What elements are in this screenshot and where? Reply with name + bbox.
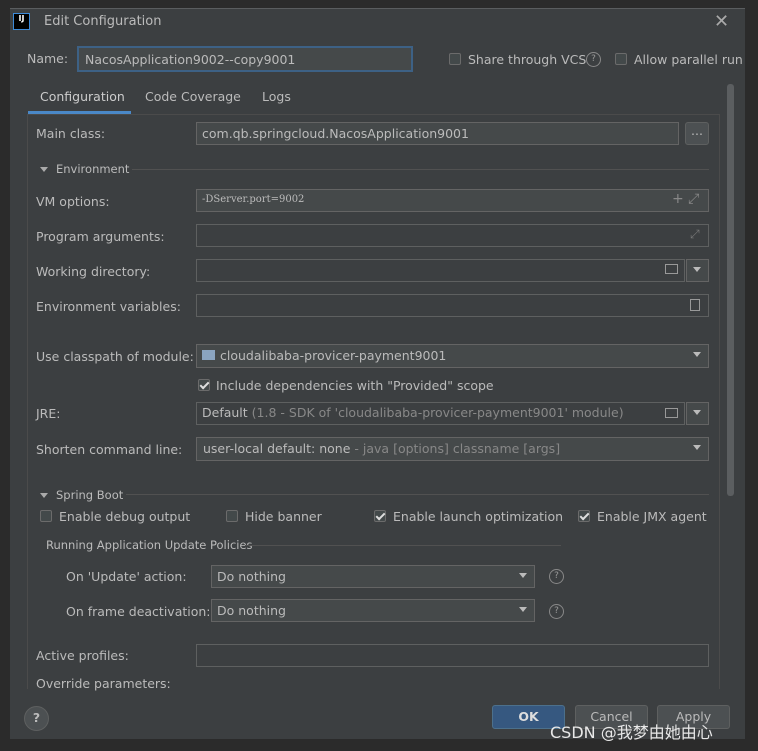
jre-label: JRE: [36,406,61,421]
chevron-down-icon [693,267,701,272]
program-arguments-input[interactable] [196,224,709,247]
document-icon[interactable] [690,299,700,311]
main-class-browse-button[interactable]: ... [685,122,709,145]
active-profiles-input[interactable] [196,644,709,667]
spring-boot-section[interactable]: Spring Boot [40,488,123,502]
main-class-label: Main class: [36,126,106,141]
expand-icon[interactable]: ⤢ [690,227,700,242]
update-action-value: Do nothing [217,569,286,584]
share-vcs-checkbox[interactable] [449,53,461,65]
update-action-select[interactable]: Do nothing [211,565,535,588]
chevron-down-icon [693,352,701,357]
debug-output-checkbox[interactable] [40,510,52,522]
debug-output-label: Enable debug output [59,509,191,524]
include-provided-checkbox[interactable] [198,379,210,391]
launch-optimization-checkbox[interactable] [374,510,386,522]
help-icon[interactable]: ? [549,604,564,619]
dialog-title: Edit Configuration [44,14,162,29]
chevron-down-icon [693,445,701,450]
shorten-hint: - java [options] classname [args] [354,441,561,456]
tab-configuration[interactable]: Configuration [40,89,125,104]
classpath-value: cloudalibaba-provicer-payment9001 [220,348,447,363]
override-parameters-label: Override parameters: [36,676,171,691]
environment-title: Environment [56,162,130,176]
allow-parallel-label: Allow parallel run [634,52,743,67]
scrollbar[interactable] [727,84,734,496]
collapse-icon [40,493,48,498]
environment-variables-input[interactable] [196,294,709,317]
shorten-label: Shorten command line: [36,442,183,457]
jmx-agent-label: Enable JMX agent [597,509,707,524]
app-icon: IJ [13,13,30,30]
active-profiles-label: Active profiles: [36,648,129,663]
frame-deactivation-value: Do nothing [217,603,286,618]
folder-icon[interactable] [665,264,678,274]
divider [132,169,709,170]
help-icon[interactable]: ? [586,52,601,67]
update-action-label: On 'Update' action: [66,569,187,584]
chevron-down-icon [519,607,527,612]
main-class-input[interactable]: com.qb.springcloud.NacosApplication9001 [196,122,679,145]
frame-deactivation-select[interactable]: Do nothing [211,599,535,622]
collapse-icon [40,167,48,172]
jre-value: Default [202,405,248,420]
close-icon[interactable]: ✕ [714,11,729,32]
help-icon[interactable]: ? [549,569,564,584]
jre-hint: (1.8 - SDK of 'cloudalibaba-provicer-pay… [251,405,624,420]
divider [126,494,709,495]
program-arguments-label: Program arguments: [36,229,165,244]
frame-deactivation-label: On frame deactivation: [66,604,211,619]
working-directory-label: Working directory: [36,264,151,279]
include-provided-label: Include dependencies with "Provided" sco… [216,378,494,393]
classpath-label: Use classpath of module: [36,349,194,364]
name-input[interactable]: NacosApplication9002--copy9001 [77,46,413,72]
jre-select[interactable]: Default (1.8 - SDK of 'cloudalibaba-prov… [196,402,685,425]
divider [245,545,561,546]
folder-icon[interactable] [665,408,678,418]
shorten-value: user-local default: none [203,441,351,456]
classpath-select[interactable]: cloudalibaba-provicer-payment9001 [196,344,709,368]
environment-variables-label: Environment variables: [36,299,181,314]
name-label: Name: [27,51,69,66]
policies-title: Running Application Update Policies [46,538,253,552]
watermark: CSDN @我梦由她由心 [550,723,713,742]
working-directory-input[interactable] [196,259,685,282]
spring-boot-title: Spring Boot [56,488,124,502]
jre-dropdown[interactable] [686,402,709,425]
hide-banner-checkbox[interactable] [226,510,238,522]
expand-icon[interactable]: + ⤢ [672,191,699,207]
vm-options-label: VM options: [36,194,110,209]
jmx-agent-checkbox[interactable] [578,510,590,522]
chevron-down-icon [693,410,701,415]
shorten-select[interactable]: user-local default: none - java [options… [196,437,709,461]
vm-options-input[interactable]: -DServer.port=9002 [196,189,709,212]
tab-logs[interactable]: Logs [262,89,291,104]
tab-code-coverage[interactable]: Code Coverage [145,89,241,104]
help-button[interactable]: ? [24,706,49,731]
module-icon [202,350,215,360]
allow-parallel-checkbox[interactable] [615,53,627,65]
share-vcs-label: Share through VCS [468,52,587,67]
environment-section[interactable]: Environment [40,162,129,176]
launch-optimization-label: Enable launch optimization [393,509,564,524]
chevron-down-icon [519,573,527,578]
hide-banner-label: Hide banner [245,509,322,524]
working-directory-dropdown[interactable] [686,259,709,282]
